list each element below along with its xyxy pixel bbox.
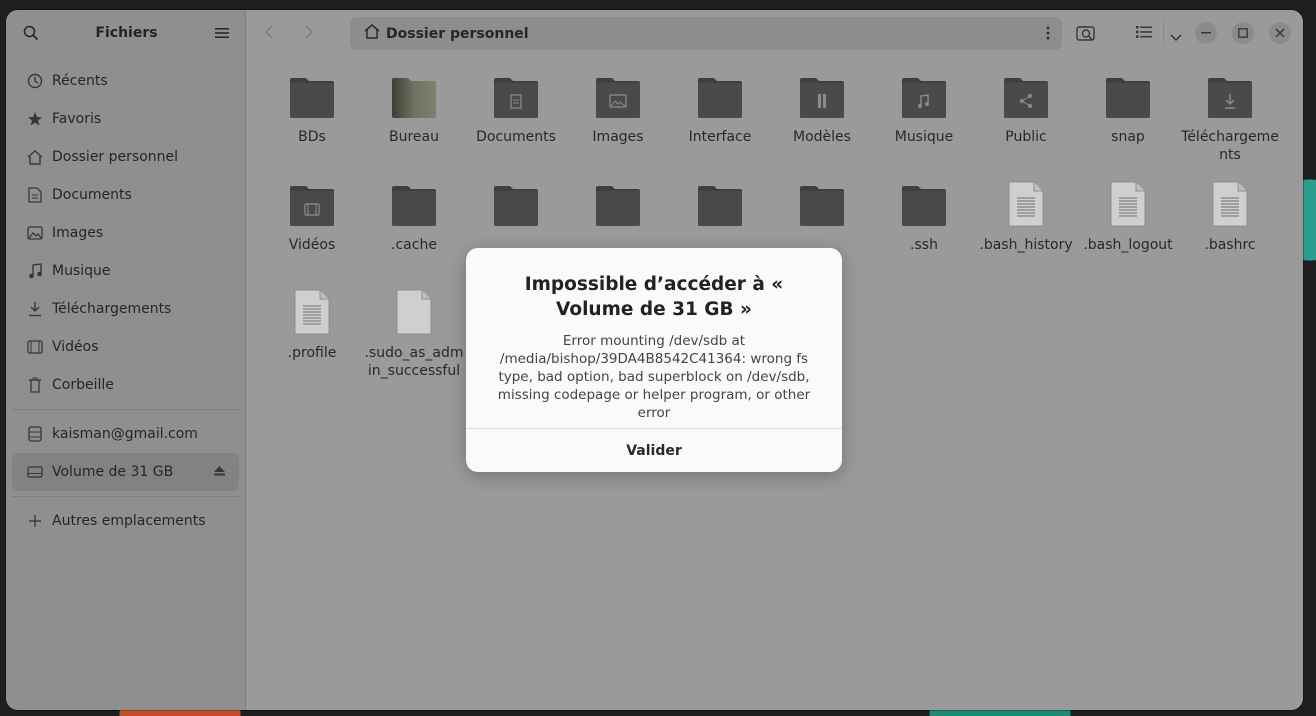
dialog-title: Impossible d’accéder à « Volume de 31 GB… [524,274,784,320]
validate-button[interactable]: Valider [466,429,842,472]
dialog-message: Error mounting /dev/sdb at /media/bishop… [497,333,811,421]
error-dialog: Impossible d’accéder à « Volume de 31 GB… [466,248,842,472]
